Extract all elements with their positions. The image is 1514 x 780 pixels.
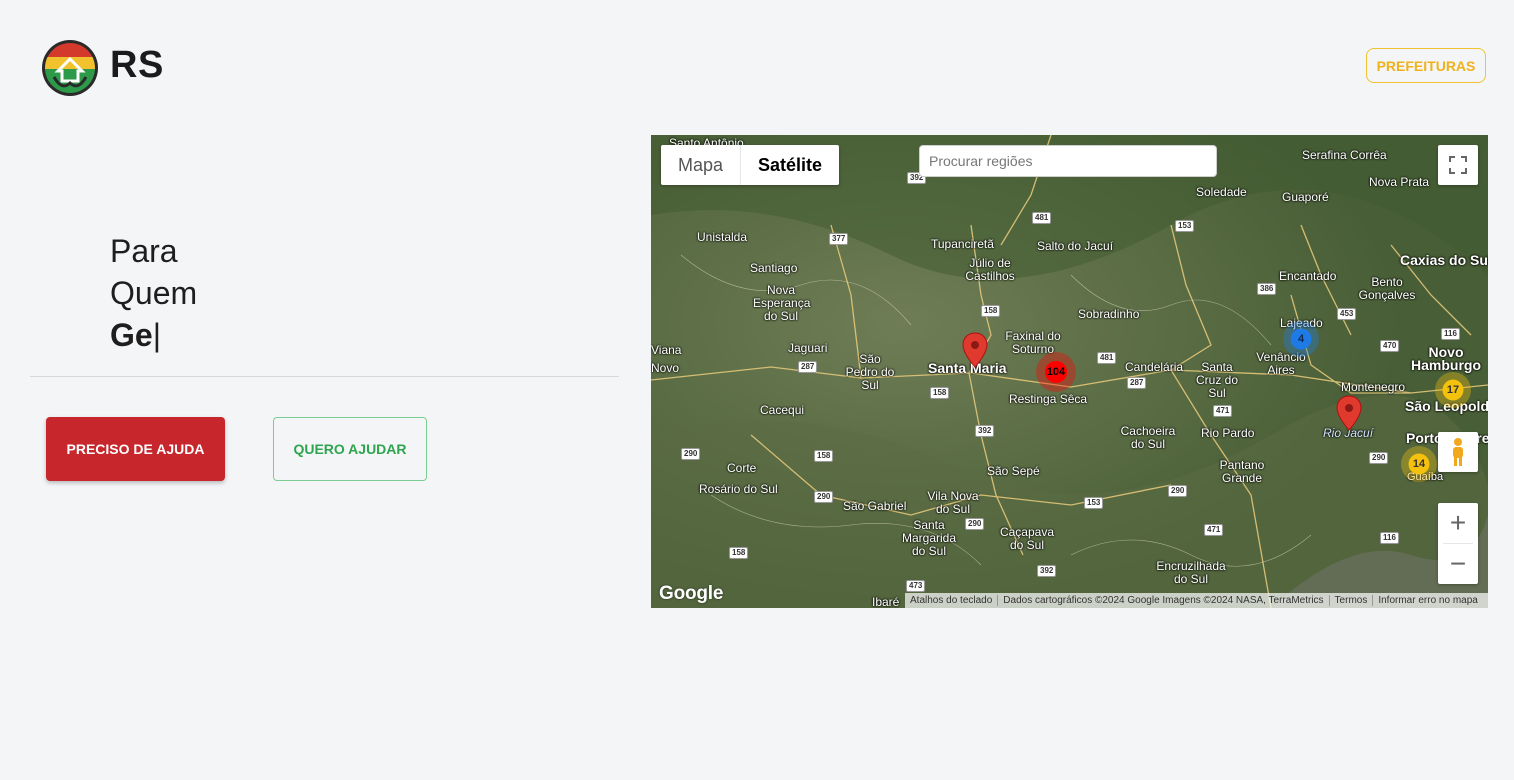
road-shield: 153: [1175, 220, 1195, 232]
place-label: Ibaré: [872, 595, 900, 609]
street-view-button[interactable]: [1438, 432, 1478, 472]
place-label: Nova Esperança do Sul: [753, 283, 811, 323]
map-pin-icon[interactable]: [1336, 395, 1362, 431]
hero-line-3: Ge|: [110, 314, 197, 356]
place-label: Viana: [651, 343, 682, 357]
brand-title: RS: [110, 44, 164, 86]
place-label: Júlio de Castilhos: [965, 256, 1015, 283]
place-label: Santa Cruz do Sul: [1195, 360, 1239, 400]
typed-word: Ge: [110, 317, 153, 353]
place-label: Santiago: [750, 261, 798, 275]
road-shield: 158: [930, 387, 950, 399]
place-label: Novo: [651, 361, 680, 375]
map-attribution: Atalhos do teclado Dados cartográficos ©…: [905, 593, 1488, 608]
road-shield: 481: [1032, 212, 1052, 224]
place-label: Montenegro: [1341, 380, 1406, 394]
road-shield: 287: [1127, 377, 1147, 389]
place-label: Santa Margarida do Sul: [901, 518, 957, 558]
divider: [30, 376, 619, 377]
map-type-satellite[interactable]: Satélite: [740, 145, 839, 185]
place-label: Rosário do Sul: [699, 482, 778, 496]
map-data-credit: Dados cartográficos ©2024 Google Imagens…: [997, 595, 1328, 606]
place-label: Caxias do Sul: [1400, 252, 1488, 268]
zoom-in-button[interactable]: +: [1438, 503, 1478, 543]
road-shield: 392: [975, 425, 995, 437]
road-shield: 290: [965, 518, 985, 530]
road-shield: 470: [1380, 340, 1400, 352]
want-to-help-button[interactable]: QUERO AJUDAR: [273, 417, 427, 481]
cluster-marker[interactable]: 4: [1283, 321, 1319, 357]
place-label: Caçapava do Sul: [999, 525, 1055, 552]
place-label: Cacequi: [760, 403, 805, 417]
place-label: Pantano Grande: [1219, 458, 1265, 485]
road-shield: 116: [1441, 328, 1460, 340]
hero-text: Para Quem Ge|: [110, 230, 197, 356]
place-label: Serafina Corrêa: [1302, 148, 1387, 162]
cluster-marker[interactable]: 104: [1036, 352, 1076, 392]
place-label: Sobradinho: [1078, 307, 1140, 321]
place-label: Encruzilhada do Sul: [1156, 559, 1226, 586]
map[interactable]: Santo Antônio Serafina Corrêa Nova Prata…: [651, 135, 1488, 608]
road-shield: 377: [829, 233, 849, 245]
place-label: Unistalda: [697, 230, 748, 244]
road-shield: 481: [1097, 352, 1117, 364]
place-label: Soledade: [1196, 185, 1247, 199]
keyboard-shortcuts-link[interactable]: Atalhos do teclado: [905, 595, 997, 606]
place-label: Rio Pardo: [1201, 426, 1255, 440]
zoom-control: + −: [1438, 503, 1478, 584]
place-label: Bento Gonçalves: [1358, 275, 1416, 302]
hero-line-2: Quem: [110, 275, 198, 311]
typing-caret: |: [152, 317, 161, 353]
page: RS PREFEITURAS Para Quem Ge| PRECISO DE …: [0, 0, 1514, 780]
road-shield: 386: [1257, 283, 1277, 295]
road-shield: 158: [729, 547, 749, 559]
cluster-marker[interactable]: 14: [1401, 446, 1437, 482]
pegman-icon: [1453, 438, 1463, 466]
cluster-marker[interactable]: 17: [1435, 372, 1471, 408]
place-label: Corte: [727, 461, 757, 475]
road-shield: 116: [1380, 532, 1399, 544]
road-shield: 471: [1204, 524, 1224, 536]
region-search-input[interactable]: [919, 145, 1217, 177]
place-label: Tupanciretã: [931, 237, 994, 251]
map-type-map[interactable]: Mapa: [661, 145, 740, 185]
place-label: Novo Hamburgo: [1411, 344, 1481, 373]
google-logo[interactable]: Google: [659, 583, 723, 605]
prefeituras-button[interactable]: PREFEITURAS: [1366, 48, 1486, 83]
logo-icon[interactable]: [40, 37, 100, 99]
road-shield: 290: [814, 491, 834, 503]
road-shield: 392: [1037, 565, 1057, 577]
report-error-link[interactable]: Informar erro no mapa: [1372, 595, 1483, 606]
map-type-control: Mapa Satélite: [661, 145, 840, 185]
zoom-out-button[interactable]: −: [1438, 544, 1478, 584]
place-label: Restinga Sêca: [1009, 392, 1088, 406]
place-label: Guaporé: [1282, 190, 1329, 204]
place-label: Encantado: [1279, 269, 1337, 283]
road-shield: 158: [814, 450, 834, 462]
place-label: São Gabriel: [843, 499, 907, 513]
road-shield: 287: [798, 361, 818, 373]
road-shield: 471: [1213, 405, 1233, 417]
road-shield: 290: [681, 448, 701, 460]
terms-link[interactable]: Termos: [1328, 595, 1373, 606]
place-label: Salto do Jacuí: [1037, 239, 1114, 253]
place-label: Candelária: [1125, 360, 1184, 374]
hero-line-1: Para: [110, 233, 178, 269]
place-label: Cachoeira do Sul: [1120, 424, 1176, 451]
map-pin-icon[interactable]: [962, 332, 988, 368]
road-shield: 153: [1084, 497, 1104, 509]
road-shield: 473: [906, 580, 926, 592]
place-label: Nova Prata: [1369, 175, 1430, 189]
fullscreen-icon: [1449, 156, 1467, 174]
fullscreen-button[interactable]: [1438, 145, 1478, 185]
place-label: São Pedro do Sul: [845, 352, 895, 392]
place-label: São Sepé: [987, 464, 1040, 478]
road-shield: 290: [1369, 452, 1389, 464]
place-label: Jaguari: [788, 341, 828, 355]
road-shield: 290: [1168, 485, 1188, 497]
road-shield: 158: [981, 305, 1001, 317]
need-help-button[interactable]: PRECISO DE AJUDA: [46, 417, 225, 481]
place-label: Vila Nova do Sul: [927, 489, 979, 516]
road-shield: 453: [1337, 308, 1357, 320]
